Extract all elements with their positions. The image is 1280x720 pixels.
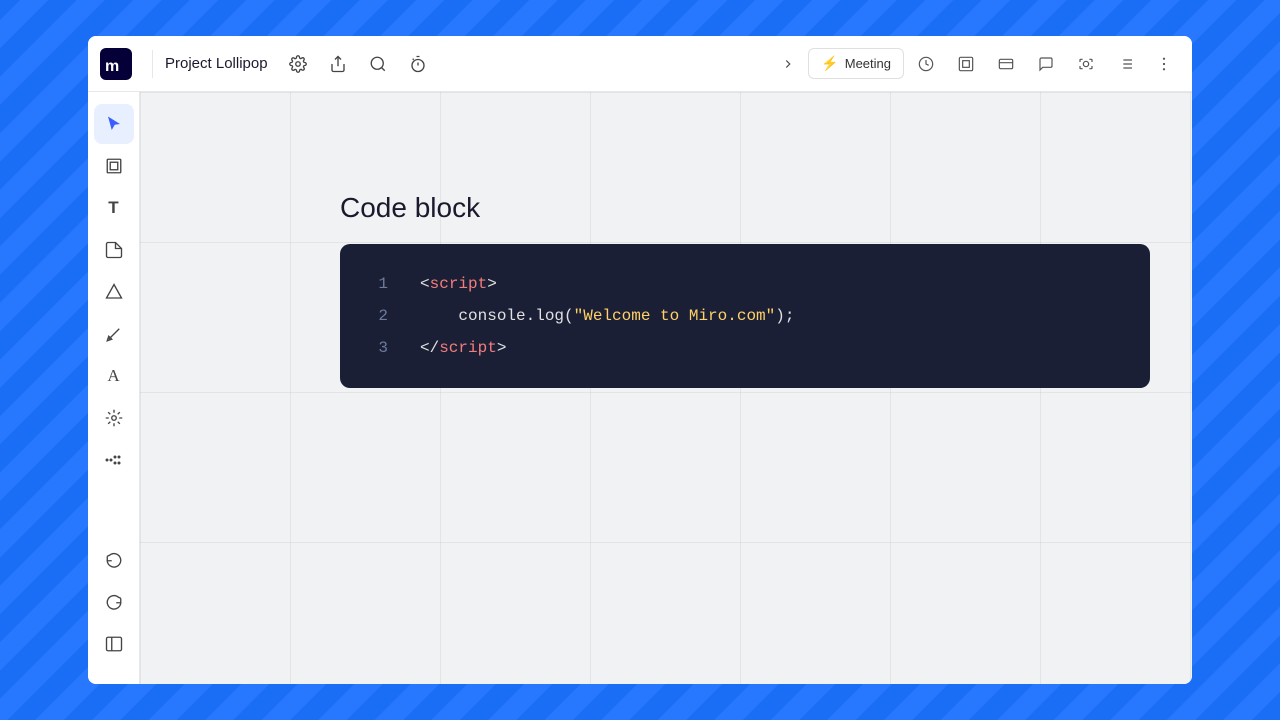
canvas[interactable]: Code block 1 <script> 2 console.log("We — [140, 92, 1192, 684]
code-line-1: 1 <script> — [372, 268, 1118, 300]
cursor-dot — [595, 522, 605, 532]
more-options-button[interactable] — [1148, 48, 1180, 80]
meeting-button[interactable]: ⚡ Meeting — [808, 48, 904, 79]
code-line-3: 3 </script> — [372, 332, 1118, 364]
card-button[interactable] — [988, 46, 1024, 82]
main-area: T — [88, 92, 1192, 684]
frames-tool-button[interactable] — [94, 146, 134, 186]
code-part: > — [497, 339, 507, 357]
code-part: > — [487, 275, 497, 293]
code-block[interactable]: 1 <script> 2 console.log("Welcome to Mir… — [340, 244, 1150, 388]
more-tools-button[interactable] — [94, 440, 134, 480]
timer-button[interactable] — [400, 46, 436, 82]
settings-button[interactable] — [280, 46, 316, 82]
line-number-3: 3 — [372, 332, 388, 364]
frame-button[interactable] — [948, 46, 984, 82]
expand-panel-button[interactable] — [772, 48, 804, 80]
left-toolbar: T — [88, 92, 140, 684]
topbar-left: m Project Lollipop — [100, 46, 772, 82]
meeting-label: Meeting — [845, 56, 891, 71]
topbar-right: ⚡ Meeting — [772, 46, 1180, 82]
tag-name: script — [439, 339, 497, 357]
canvas-content: Code block 1 <script> 2 console.log("We — [340, 192, 1150, 388]
pen-tool-button[interactable] — [94, 314, 134, 354]
search-button[interactable] — [360, 46, 396, 82]
comment-button[interactable] — [1028, 46, 1064, 82]
code-part: console.log( — [420, 307, 574, 325]
topbar: m Project Lollipop — [88, 36, 1192, 92]
miro-logo: m — [100, 48, 132, 80]
code-line-2: 2 console.log("Welcome to Miro.com"); — [372, 300, 1118, 332]
text-tool-button[interactable]: T — [94, 188, 134, 228]
sticky-tool-button[interactable] — [94, 230, 134, 270]
project-title: Project Lollipop — [165, 55, 268, 72]
select-tool-button[interactable] — [94, 104, 134, 144]
code-string: "Welcome to Miro.com" — [574, 307, 776, 325]
code-part: < — [420, 275, 430, 293]
eraser-tool-button[interactable]: A — [94, 356, 134, 396]
capture-button[interactable] — [1068, 46, 1104, 82]
code-part: ); — [775, 307, 794, 325]
code-part: </ — [420, 339, 439, 357]
share-button[interactable] — [320, 46, 356, 82]
line-number-1: 1 — [372, 268, 388, 300]
tag-name: script — [430, 275, 488, 293]
topbar-divider — [152, 50, 153, 78]
code-content-1: <script> — [420, 268, 497, 300]
line-number-2: 2 — [372, 300, 388, 332]
code-content-2: console.log("Welcome to Miro.com"); — [420, 300, 794, 332]
shapes-tool-button[interactable] — [94, 272, 134, 312]
topbar-icons — [280, 46, 436, 82]
toggle-panel-button[interactable] — [94, 624, 134, 664]
timer-right-button[interactable] — [908, 46, 944, 82]
svg-text:m: m — [105, 58, 119, 75]
apps-tool-button[interactable] — [94, 398, 134, 438]
toolbar-bottom — [94, 540, 134, 672]
bolt-icon: ⚡ — [821, 55, 838, 72]
redo-button[interactable] — [94, 582, 134, 622]
code-content-3: </script> — [420, 332, 506, 364]
list-button[interactable] — [1108, 46, 1144, 82]
undo-button[interactable] — [94, 540, 134, 580]
section-title: Code block — [340, 192, 1150, 224]
